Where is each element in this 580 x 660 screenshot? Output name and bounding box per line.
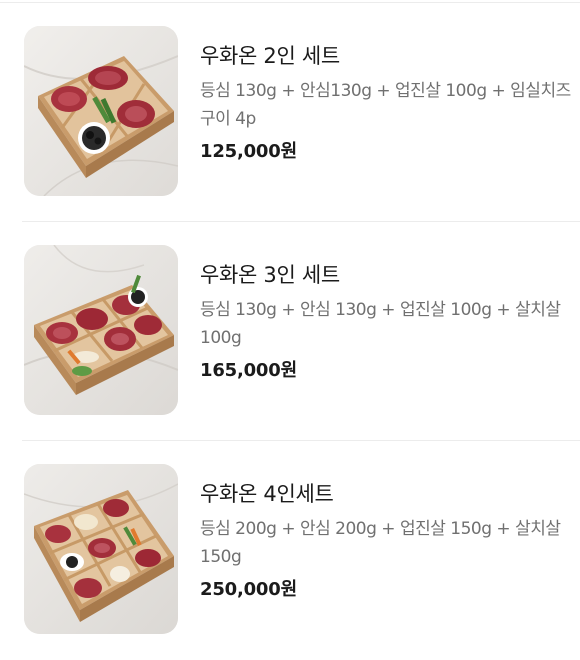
menu-item-price: 165,000원 (200, 360, 297, 381)
menu-item-4-person-set[interactable]: 우화온 4인세트 등심 200g + 안심 200g + 업진살 150g + … (0, 460, 580, 660)
gift-box-meat-photo-icon (24, 464, 178, 634)
menu-item-description: 등심 130g + 안심 130g + 업진살 100g + 살치살 100g (200, 300, 561, 348)
menu-item-3-person-set[interactable]: 우화온 3인 세트 등심 130g + 안심 130g + 업진살 100g +… (0, 241, 580, 441)
menu-item-thumbnail[interactable] (24, 245, 178, 415)
item-divider (22, 221, 580, 222)
menu-item-info: 우화온 2인 세트 등심 130g + 안심130g + 업진살 100g + … (200, 42, 576, 165)
menu-item-2-person-set[interactable]: 우화온 2인 세트 등심 130g + 안심130g + 업진살 100g + … (0, 22, 580, 222)
gift-box-meat-photo-icon (24, 26, 178, 196)
gift-box-meat-photo-icon (24, 245, 178, 415)
menu-item-description: 등심 130g + 안심130g + 업진살 100g + 임실치즈구이 4p (200, 81, 571, 129)
menu-item-info: 우화온 4인세트 등심 200g + 안심 200g + 업진살 150g + … (200, 480, 576, 603)
menu-item-price: 125,000원 (200, 141, 297, 162)
menu-item-name: 우화온 4인세트 (200, 482, 334, 506)
menu-item-thumbnail[interactable] (24, 26, 178, 196)
top-divider (0, 2, 580, 3)
menu-item-thumbnail[interactable] (24, 464, 178, 634)
menu-list: 우화온 2인 세트 등심 130g + 안심130g + 업진살 100g + … (0, 0, 580, 655)
menu-item-price: 250,000원 (200, 579, 297, 600)
menu-item-name: 우화온 3인 세트 (200, 263, 340, 287)
menu-item-info: 우화온 3인 세트 등심 130g + 안심 130g + 업진살 100g +… (200, 261, 576, 384)
menu-item-name: 우화온 2인 세트 (200, 44, 340, 68)
item-divider (22, 440, 580, 441)
menu-item-description: 등심 200g + 안심 200g + 업진살 150g + 살치살 150g (200, 519, 561, 567)
